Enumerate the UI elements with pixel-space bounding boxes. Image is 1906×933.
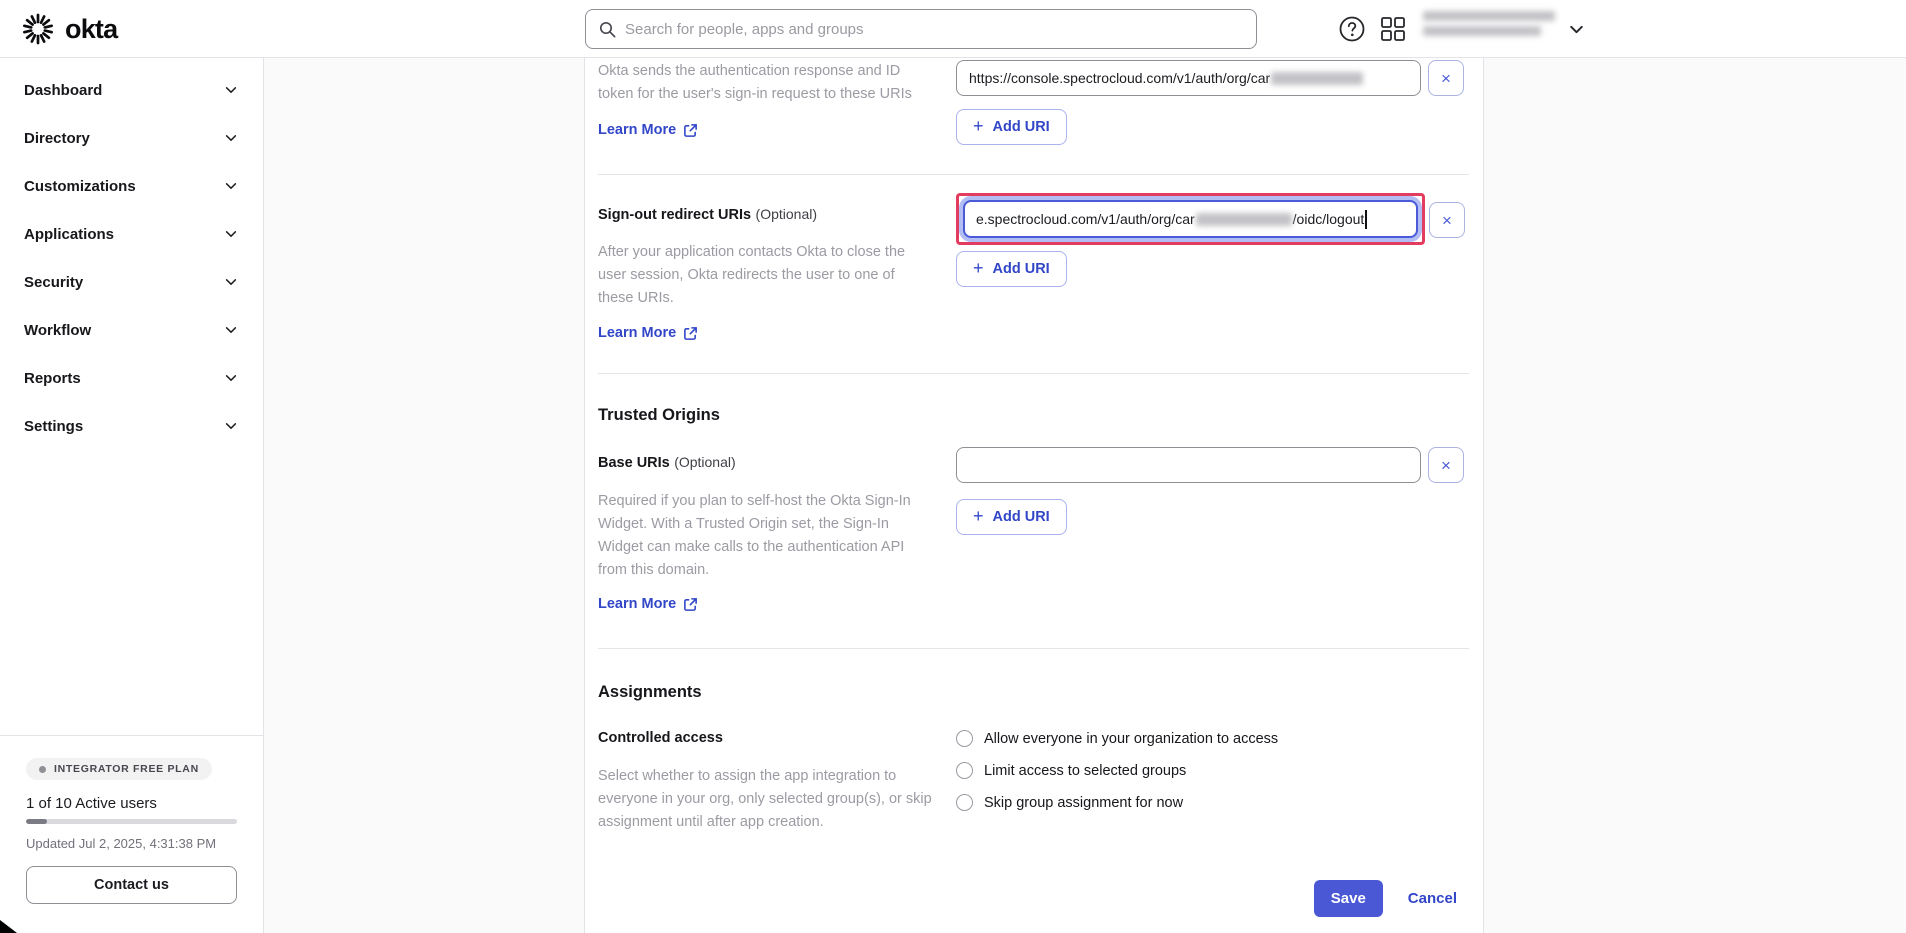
chevron-down-icon — [224, 419, 238, 433]
signout-redirect-section: Sign-out redirect URIs (Optional) After … — [585, 175, 1483, 373]
plan-dot-icon — [39, 766, 46, 773]
sidebar-item-workflow[interactable]: Workflow — [0, 306, 263, 354]
app-switcher-icon[interactable] — [1380, 0, 1406, 58]
plus-icon: + — [973, 116, 984, 137]
signout-redirect-description: After your application contacts Okta to … — [598, 241, 932, 310]
usage-updated-timestamp: Updated Jul 2, 2025, 4:31:38 PM — [26, 836, 237, 851]
remove-signin-uri-button[interactable]: × — [1428, 60, 1464, 96]
signout-learn-more-link[interactable]: Learn More — [598, 325, 698, 341]
signout-redirect-label: Sign-out redirect URIs — [598, 207, 751, 223]
signin-learn-more-link[interactable]: Learn More — [598, 122, 698, 138]
add-signout-uri-button[interactable]: + Add URI — [956, 251, 1067, 287]
sidebar-item-applications[interactable]: Applications — [0, 210, 263, 258]
controlled-access-label: Controlled access — [598, 730, 943, 746]
optional-tag: (Optional) — [756, 206, 817, 222]
signin-redirect-section: Okta sends the authentication response a… — [585, 58, 1483, 174]
sidebar-item-settings[interactable]: Settings — [0, 402, 263, 450]
external-link-icon — [683, 326, 698, 341]
top-bar: okta — [0, 0, 1906, 58]
radio-skip-assignment[interactable]: Skip group assignment for now — [956, 790, 1463, 815]
close-icon: × — [1441, 70, 1451, 87]
assignments-heading: Assignments — [598, 649, 1483, 702]
base-uri-input[interactable] — [956, 447, 1421, 483]
radio-allow-everyone[interactable]: Allow everyone in your organization to a… — [956, 726, 1463, 751]
chevron-down-icon — [224, 371, 238, 385]
plan-panel: INTEGRATOR FREE PLAN 1 of 10 Active user… — [0, 735, 263, 933]
save-button[interactable]: Save — [1314, 880, 1383, 917]
trusted-origins-section: Trusted Origins Base URIs (Optional) Req… — [585, 374, 1483, 648]
plus-icon: + — [973, 506, 984, 527]
text-caret — [1365, 210, 1367, 229]
chevron-down-icon — [224, 275, 238, 289]
contact-us-button[interactable]: Contact us — [26, 866, 237, 904]
sidebar-item-reports[interactable]: Reports — [0, 354, 263, 402]
plus-icon: + — [973, 258, 984, 279]
chevron-down-icon — [224, 83, 238, 97]
signout-redirect-uri-input[interactable]: e.spectrocloud.com/v1/auth/org/car /oidc… — [963, 200, 1418, 238]
active-users-count: 1 of 10 Active users — [26, 795, 237, 812]
sidebar-item-dashboard[interactable]: Dashboard — [0, 66, 263, 114]
signin-redirect-description: Okta sends the authentication response a… — [598, 60, 932, 106]
sidebar-item-security[interactable]: Security — [0, 258, 263, 306]
okta-wordmark: okta — [65, 14, 117, 45]
base-uris-description: Required if you plan to self-host the Ok… — [598, 490, 932, 582]
app-settings-form: Okta sends the authentication response a… — [584, 58, 1484, 933]
radio-button-icon[interactable] — [956, 794, 973, 811]
redacted-uri-segment — [1196, 213, 1292, 226]
usage-progress-fill — [26, 819, 47, 824]
usage-progress-bar — [26, 819, 237, 824]
signin-redirect-uri-input[interactable]: https://console.spectrocloud.com/v1/auth… — [956, 60, 1421, 96]
radio-button-icon[interactable] — [956, 730, 973, 747]
help-icon[interactable] — [1338, 0, 1366, 58]
account-menu-redacted[interactable] — [1423, 11, 1555, 36]
chevron-down-icon — [224, 323, 238, 337]
search-input[interactable] — [625, 21, 1243, 38]
chevron-down-icon — [224, 179, 238, 193]
redacted-uri-segment — [1271, 72, 1363, 85]
sidebar-nav: Dashboard Directory Customizations Appli… — [0, 58, 264, 933]
sidebar-item-customizations[interactable]: Customizations — [0, 162, 263, 210]
close-icon: × — [1442, 212, 1452, 229]
trusted-origins-learn-more-link[interactable]: Learn More — [598, 596, 698, 612]
base-uris-label: Base URIs — [598, 455, 670, 471]
okta-spiral-icon — [20, 11, 56, 47]
chevron-down-icon — [224, 131, 238, 145]
plan-badge: INTEGRATOR FREE PLAN — [26, 758, 212, 780]
close-icon: × — [1441, 457, 1451, 474]
chevron-down-icon — [224, 227, 238, 241]
trusted-origins-heading: Trusted Origins — [598, 374, 1483, 425]
assignments-section: Assignments Controlled access Select whe… — [585, 649, 1483, 834]
radio-limit-groups[interactable]: Limit access to selected groups — [956, 758, 1463, 783]
search-icon — [599, 21, 616, 38]
okta-logo[interactable]: okta — [20, 0, 117, 58]
add-base-uri-button[interactable]: + Add URI — [956, 499, 1067, 535]
sidebar-item-directory[interactable]: Directory — [0, 114, 263, 162]
external-link-icon — [683, 123, 698, 138]
cancel-button[interactable]: Cancel — [1408, 890, 1457, 907]
radio-button-icon[interactable] — [956, 762, 973, 779]
account-chevron-down-icon[interactable] — [1568, 0, 1585, 58]
optional-tag: (Optional) — [674, 454, 735, 470]
remove-signout-uri-button[interactable]: × — [1429, 202, 1465, 238]
red-annotation-highlight: e.spectrocloud.com/v1/auth/org/car /oidc… — [956, 193, 1425, 245]
form-footer: Save Cancel — [1314, 880, 1457, 917]
external-link-icon — [683, 597, 698, 612]
remove-base-uri-button[interactable]: × — [1428, 447, 1464, 483]
add-signin-uri-button[interactable]: + Add URI — [956, 109, 1067, 145]
global-search[interactable] — [585, 9, 1257, 49]
controlled-access-description: Select whether to assign the app integra… — [598, 765, 932, 834]
